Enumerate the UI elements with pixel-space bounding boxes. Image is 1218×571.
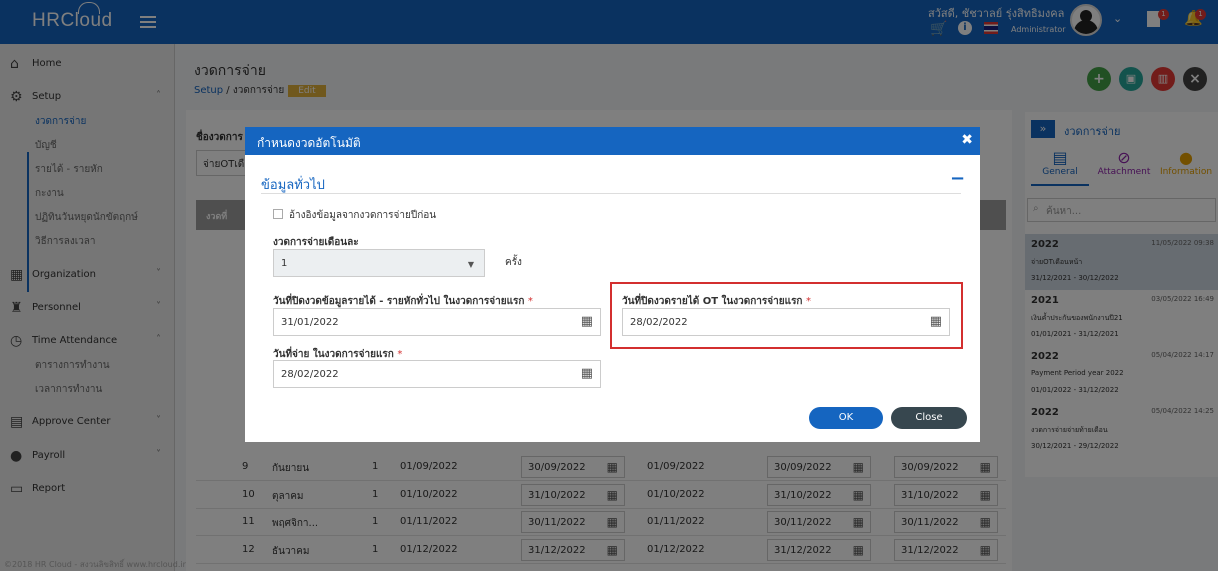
- calendar-icon[interactable]: ▦: [581, 314, 593, 329]
- per-month-unit: ครั้ง: [505, 257, 522, 268]
- calendar-icon[interactable]: ▦: [581, 366, 593, 381]
- reference-previous-year-checkbox[interactable]: [273, 209, 283, 219]
- collapse-section-icon[interactable]: −: [950, 168, 965, 189]
- highlight-box: [610, 282, 963, 349]
- ok-button[interactable]: OK: [809, 407, 883, 429]
- pay-date-input[interactable]: 28/02/2022 ▦: [273, 360, 601, 388]
- divider: [261, 193, 961, 194]
- section-title: ข้อมูลทั่วไป: [261, 178, 325, 193]
- close-icon[interactable]: ✖: [961, 132, 973, 148]
- modal-header: กำหนดงวดอัตโนมัติ ✖: [245, 127, 980, 155]
- per-month-select[interactable]: 1 ▼: [273, 249, 485, 277]
- close-button[interactable]: Close: [891, 407, 967, 429]
- caret-down-icon: ▼: [467, 260, 474, 269]
- per-month-label: งวดการจ่ายเดือนละ: [273, 237, 359, 248]
- checkbox-label: อ้างอิงข้อมูลจากงวดการจ่ายปีก่อน: [289, 210, 437, 221]
- close-income-label: วันที่ปิดงวดข้อมูลรายได้ - รายหักทั่วไป …: [273, 296, 533, 307]
- modal-title: กำหนดงวดอัตโนมัติ: [257, 136, 361, 150]
- auto-period-modal: กำหนดงวดอัตโนมัติ ✖ ข้อมูลทั่วไป − อ้างอ…: [245, 127, 980, 442]
- close-income-date-input[interactable]: 31/01/2022 ▦: [273, 308, 601, 336]
